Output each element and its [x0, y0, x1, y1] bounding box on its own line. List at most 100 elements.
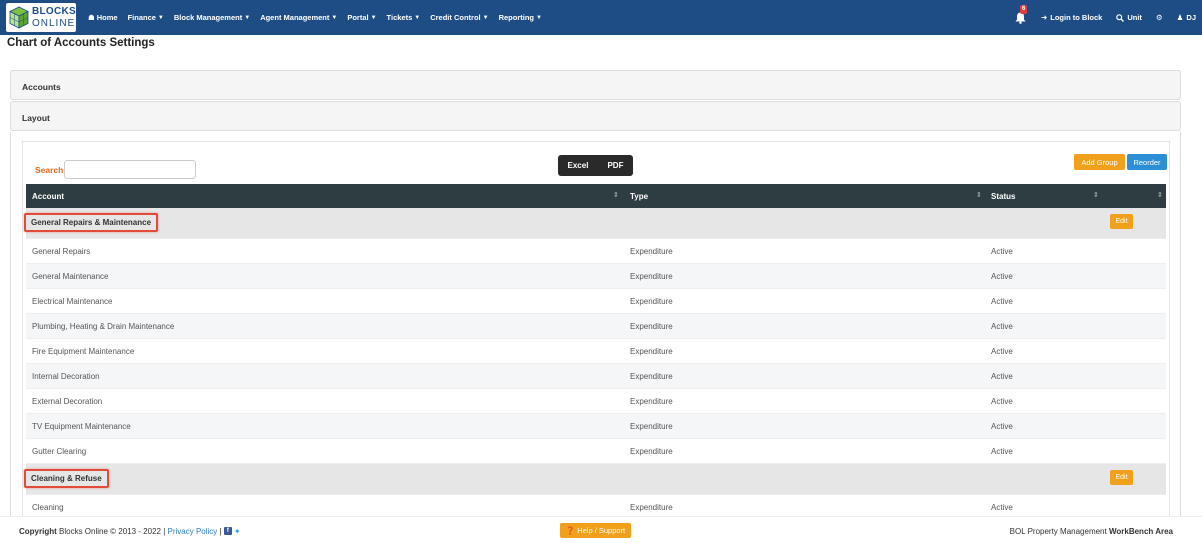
- sort-icon[interactable]: ⇕: [1093, 191, 1099, 199]
- logo-text-online: ONLINE: [32, 18, 76, 29]
- account-cell: Cleaning: [32, 503, 64, 512]
- column-header-status[interactable]: Status: [991, 192, 1015, 201]
- nav-agent-management[interactable]: Agent Management ▼: [260, 13, 337, 22]
- account-cell: General Maintenance: [32, 272, 109, 281]
- type-cell: Expenditure: [630, 347, 673, 356]
- account-cell: Electrical Maintenance: [32, 297, 113, 306]
- nav-reporting[interactable]: Reporting ▼: [499, 13, 542, 22]
- unit-search-button[interactable]: Unit: [1116, 13, 1142, 22]
- table-row[interactable]: TV Equipment Maintenance Expenditure Act…: [26, 414, 1166, 439]
- footer-workbench-area: WorkBench Area: [1108, 527, 1173, 536]
- group-label: General Repairs & Maintenance: [24, 213, 159, 232]
- status-cell: Active: [991, 297, 1013, 306]
- cube-logo-icon: [9, 6, 29, 29]
- login-to-block-button[interactable]: ➜ Login to Block: [1041, 13, 1102, 22]
- nav-agent-management-label: Agent Management: [260, 13, 330, 22]
- sort-icon[interactable]: ⇕: [1157, 191, 1163, 199]
- table-row[interactable]: General Maintenance Expenditure Active: [26, 264, 1166, 289]
- status-cell: Active: [991, 422, 1013, 431]
- search-icon: [1116, 13, 1125, 22]
- facebook-icon[interactable]: f: [223, 527, 232, 536]
- login-to-block-label: Login to Block: [1050, 13, 1103, 22]
- pdf-export-button[interactable]: PDF: [607, 161, 623, 170]
- top-navbar: BLOCKS ONLINE ☗ Home Finance ▼ Block Man…: [0, 0, 1202, 35]
- table-row[interactable]: Gutter Clearing Expenditure Active: [26, 439, 1166, 464]
- account-cell: Fire Equipment Maintenance: [32, 347, 135, 356]
- page-footer: Copyright Blocks Online © 2013 - 2022 | …: [0, 516, 1202, 544]
- help-support-button[interactable]: ❓ Help / Support: [560, 523, 631, 538]
- add-group-button[interactable]: Add Group: [1074, 154, 1125, 170]
- table-row[interactable]: Fire Equipment Maintenance Expenditure A…: [26, 339, 1166, 364]
- copyright-text: Blocks Online © 2013 - 2022 |: [59, 527, 166, 536]
- group-row: General Repairs & Maintenance Edit: [24, 208, 1166, 239]
- home-icon: ☗: [88, 13, 95, 22]
- nav-block-management-label: Block Management: [173, 13, 243, 22]
- user-icon: ♟: [1176, 13, 1184, 22]
- table-row[interactable]: Plumbing, Heating & Drain Maintenance Ex…: [26, 314, 1166, 339]
- search-input[interactable]: [64, 160, 196, 179]
- excel-export-button[interactable]: Excel: [568, 161, 589, 170]
- column-header-type[interactable]: Type: [630, 192, 648, 201]
- column-header-account[interactable]: Account: [32, 192, 64, 201]
- nav-portal-label: Portal: [347, 13, 369, 22]
- chevron-down-icon: ▼: [331, 14, 338, 21]
- account-cell: TV Equipment Maintenance: [32, 422, 131, 431]
- reorder-button[interactable]: Reorder: [1127, 154, 1167, 170]
- chevron-down-icon: ▼: [370, 14, 377, 21]
- chevron-down-icon: ▼: [536, 14, 542, 21]
- account-cell: Internal Decoration: [32, 372, 100, 381]
- sort-icon[interactable]: ⇕: [613, 191, 619, 199]
- status-cell: Active: [991, 347, 1013, 356]
- nav-block-management[interactable]: Block Management ▼: [174, 13, 250, 22]
- question-circle-icon: ❓: [565, 526, 576, 535]
- blocks-online-logo[interactable]: BLOCKS ONLINE: [6, 3, 76, 32]
- help-support-label: Help / Support: [577, 526, 626, 535]
- unit-label: Unit: [1127, 13, 1142, 22]
- settings-button[interactable]: ⚙: [1156, 13, 1163, 22]
- type-cell: Expenditure: [630, 247, 673, 256]
- notifications-button[interactable]: 6: [1015, 4, 1028, 25]
- type-cell: Expenditure: [630, 372, 673, 381]
- gear-icon: ⚙: [1155, 13, 1163, 22]
- twitter-icon[interactable]: ✦: [234, 527, 241, 536]
- copyright-bold: Copyright: [19, 527, 57, 536]
- account-cell: Plumbing, Heating & Drain Maintenance: [32, 322, 175, 331]
- sort-icon[interactable]: ⇕: [976, 191, 982, 199]
- privacy-policy-link[interactable]: Privacy Policy: [168, 527, 218, 536]
- nav-tickets-label: Tickets: [386, 13, 413, 22]
- table-row[interactable]: Internal Decoration Expenditure Active: [26, 364, 1166, 389]
- account-cell: Gutter Clearing: [32, 447, 87, 456]
- type-cell: Expenditure: [630, 297, 673, 306]
- nav-reporting-label: Reporting: [498, 13, 535, 22]
- layout-panel-header[interactable]: Layout: [10, 101, 1181, 131]
- type-cell: Expenditure: [630, 397, 673, 406]
- footer-workbench: BOL Property Management WorkBench Area: [1010, 527, 1173, 536]
- table-row[interactable]: External Decoration Expenditure Active: [26, 389, 1166, 414]
- nav-finance-label: Finance: [127, 13, 156, 22]
- search-label: Search: [35, 165, 64, 175]
- nav-home-label: Home: [96, 13, 118, 22]
- edit-group-button[interactable]: Edit: [1110, 470, 1133, 485]
- group-row: Cleaning & Refuse Edit: [24, 464, 1166, 495]
- user-menu[interactable]: ♟ DJ: [1177, 13, 1196, 22]
- nav-credit-control[interactable]: Credit Control ▼: [430, 13, 488, 22]
- account-cell: General Repairs: [32, 247, 91, 256]
- table-row[interactable]: Electrical Maintenance Expenditure Activ…: [26, 289, 1166, 314]
- nav-finance[interactable]: Finance ▼: [128, 13, 164, 22]
- export-button-group: Excel PDF: [558, 155, 633, 176]
- edit-group-button[interactable]: Edit: [1110, 214, 1133, 229]
- nav-right-tools: 6 ➜ Login to Block Unit ⚙ ♟ DJ: [1015, 0, 1196, 35]
- chevron-down-icon: ▼: [244, 14, 251, 21]
- type-cell: Expenditure: [630, 322, 673, 331]
- footer-copyright: Copyright Blocks Online © 2013 - 2022 | …: [19, 527, 241, 536]
- type-cell: Expenditure: [630, 503, 673, 512]
- logo-text-blocks: BLOCKS: [32, 6, 77, 17]
- nav-home[interactable]: ☗ Home: [88, 13, 118, 22]
- nav-tickets[interactable]: Tickets ▼: [387, 13, 421, 22]
- group-label: Cleaning & Refuse: [24, 469, 109, 488]
- table-row[interactable]: General Repairs Expenditure Active: [26, 239, 1166, 264]
- sign-in-icon: ➜: [1040, 13, 1048, 22]
- nav-portal[interactable]: Portal ▼: [347, 13, 376, 22]
- accounts-panel-header[interactable]: Accounts: [10, 70, 1181, 100]
- notification-badge: 6: [1019, 4, 1028, 14]
